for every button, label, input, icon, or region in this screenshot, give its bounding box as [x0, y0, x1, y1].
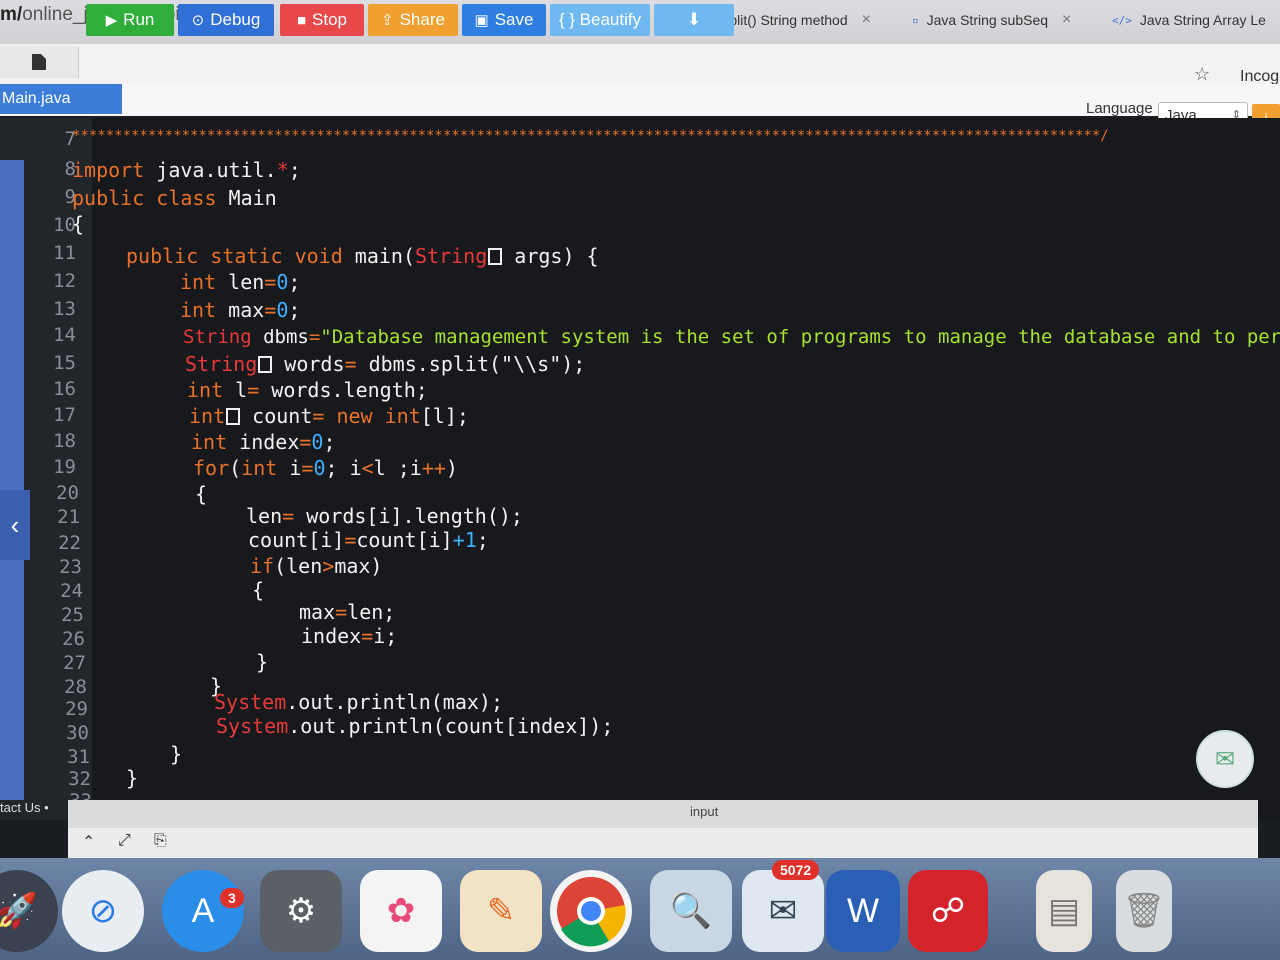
file-tab-row: Main.java Language: [0, 84, 1280, 117]
mail-icon[interactable]: ✉: [742, 870, 824, 952]
code-line-16: int l= words.length;: [187, 378, 428, 402]
stop-button[interactable]: ■ Stop: [280, 4, 364, 36]
code-line-11: public static void main(String args) {: [126, 244, 599, 268]
line-number: 28: [64, 676, 87, 698]
left-side-panel: [0, 160, 24, 800]
url-prefix: m/: [0, 4, 23, 25]
code-line-14: String dbms="Database management system …: [183, 326, 1280, 348]
beautify-button[interactable]: { } Beautify: [550, 4, 650, 36]
code-line-8: import java.util.*;: [72, 158, 301, 182]
file-icon: [32, 54, 46, 70]
photos-icon[interactable]: ✿: [360, 870, 442, 952]
input-label: input: [690, 804, 719, 819]
code-line-27: }: [256, 650, 269, 674]
save-button[interactable]: ▣ Save: [462, 4, 546, 36]
code-line-25: max=len;: [299, 600, 396, 624]
copy-icon[interactable]: ⎘: [154, 832, 167, 850]
code-line-30: System.out.println(count[index]);: [216, 714, 614, 738]
code-line-24: {: [252, 578, 265, 602]
close-icon[interactable]: ×: [1062, 11, 1071, 29]
code-editor[interactable]: [0, 118, 1280, 820]
share-label: Share: [399, 10, 445, 29]
code-icon: </>: [1112, 13, 1132, 27]
line-number: 29: [65, 698, 88, 720]
system-preferences-icon[interactable]: ⚙: [260, 870, 342, 952]
file-button[interactable]: [0, 46, 79, 78]
chevron-up-icon[interactable]: ⌃: [82, 832, 95, 852]
documents-stack-icon[interactable]: ▤: [1036, 870, 1092, 952]
feedback-mail-icon[interactable]: ✉: [1196, 730, 1254, 788]
expand-icon[interactable]: ⤢: [118, 832, 131, 850]
tab-string-subseq[interactable]: ▫ Java String subSeq ×: [912, 0, 1071, 40]
share-button[interactable]: ⇪ Share: [368, 4, 458, 36]
play-icon: ▶: [105, 12, 118, 29]
run-button[interactable]: ▶ Run: [86, 4, 174, 36]
code-line-26: index=i;: [301, 624, 398, 648]
debug-icon: ⊙: [191, 12, 205, 29]
word-icon[interactable]: W: [826, 870, 900, 952]
code-line-13: int max=0;: [180, 298, 301, 322]
line-number: 7: [64, 128, 76, 150]
line-number: 25: [61, 604, 84, 626]
app-store-icon[interactable]: A: [162, 870, 244, 952]
code-line-19: for(int i=0; i<l ;i++): [193, 456, 458, 480]
code-line-20: {: [195, 482, 208, 506]
share-icon: ⇪: [381, 12, 394, 29]
tab-label: Split() String method: [720, 12, 848, 28]
trash-icon[interactable]: 🗑: [1116, 870, 1172, 952]
comment-stars: ****************************************…: [72, 128, 1109, 144]
tab-main-java[interactable]: Main.java: [0, 84, 122, 114]
tab-label: Java String subSeq: [926, 12, 1049, 28]
code-line-15: String words= dbms.split("\\s");: [185, 352, 586, 376]
bookmark-star-icon[interactable]: ☆: [1194, 64, 1210, 85]
code-line-18: int index=0;: [191, 430, 336, 454]
code-line-23: if(len>max): [250, 554, 383, 578]
debug-label: Debug: [210, 10, 261, 29]
line-number: 26: [62, 628, 85, 650]
pages-icon[interactable]: ✎: [460, 870, 542, 952]
close-icon[interactable]: ×: [862, 11, 871, 29]
line-number: 30: [66, 722, 89, 744]
line-number: 31: [67, 746, 90, 768]
tab-string-array[interactable]: </> Java String Array Le: [1112, 0, 1266, 40]
line-number: 27: [63, 652, 86, 674]
save-icon: ▣: [474, 12, 489, 29]
debug-button[interactable]: ⊙ Debug: [178, 4, 274, 36]
tab-split-method[interactable]: Split() String method ×: [720, 0, 871, 40]
language-label: Language: [1086, 100, 1153, 117]
code-line-21: len= words[i].length();: [246, 504, 523, 528]
chrome-logo: [557, 877, 626, 947]
download-button[interactable]: ⬇: [654, 4, 734, 36]
io-control-bar: [68, 828, 1258, 858]
line-number: 32: [68, 768, 91, 790]
save-label: Save: [494, 10, 534, 29]
safari-icon[interactable]: ⊘: [62, 870, 144, 952]
stop-label: Stop: [312, 10, 348, 29]
code-line-29: System.out.println(max);: [214, 690, 503, 714]
contact-us-link[interactable]: tact Us •: [0, 800, 49, 815]
line-number: 24: [60, 580, 83, 602]
chrome-icon[interactable]: [550, 870, 632, 952]
download-icon: ⬇: [686, 10, 702, 29]
mail-badge: 5072: [772, 860, 820, 880]
code-line-10: {: [72, 212, 85, 236]
code-line-9: public class Main: [72, 186, 277, 210]
collapse-left-icon[interactable]: ‹: [0, 490, 30, 560]
beautify-label: { } Beautify: [558, 10, 642, 29]
tab-label: Java String Array Le: [1139, 12, 1266, 28]
code-line-12: int len=0;: [180, 270, 301, 294]
stop-icon: ■: [296, 11, 307, 29]
code-line-22: count[i]=count[i]+1;: [248, 528, 489, 552]
page-icon: ▫: [912, 13, 919, 27]
app-store-badge: 3: [220, 888, 244, 908]
input-panel-divider[interactable]: [68, 800, 1258, 828]
code-line-31: }: [170, 742, 183, 766]
code-line-32: }: [126, 766, 139, 790]
mendeley-icon[interactable]: ☍: [908, 870, 988, 952]
run-label: Run: [123, 10, 155, 29]
preview-icon[interactable]: 🔍: [650, 870, 732, 952]
code-line-17: int count= new int[l];: [189, 404, 469, 428]
